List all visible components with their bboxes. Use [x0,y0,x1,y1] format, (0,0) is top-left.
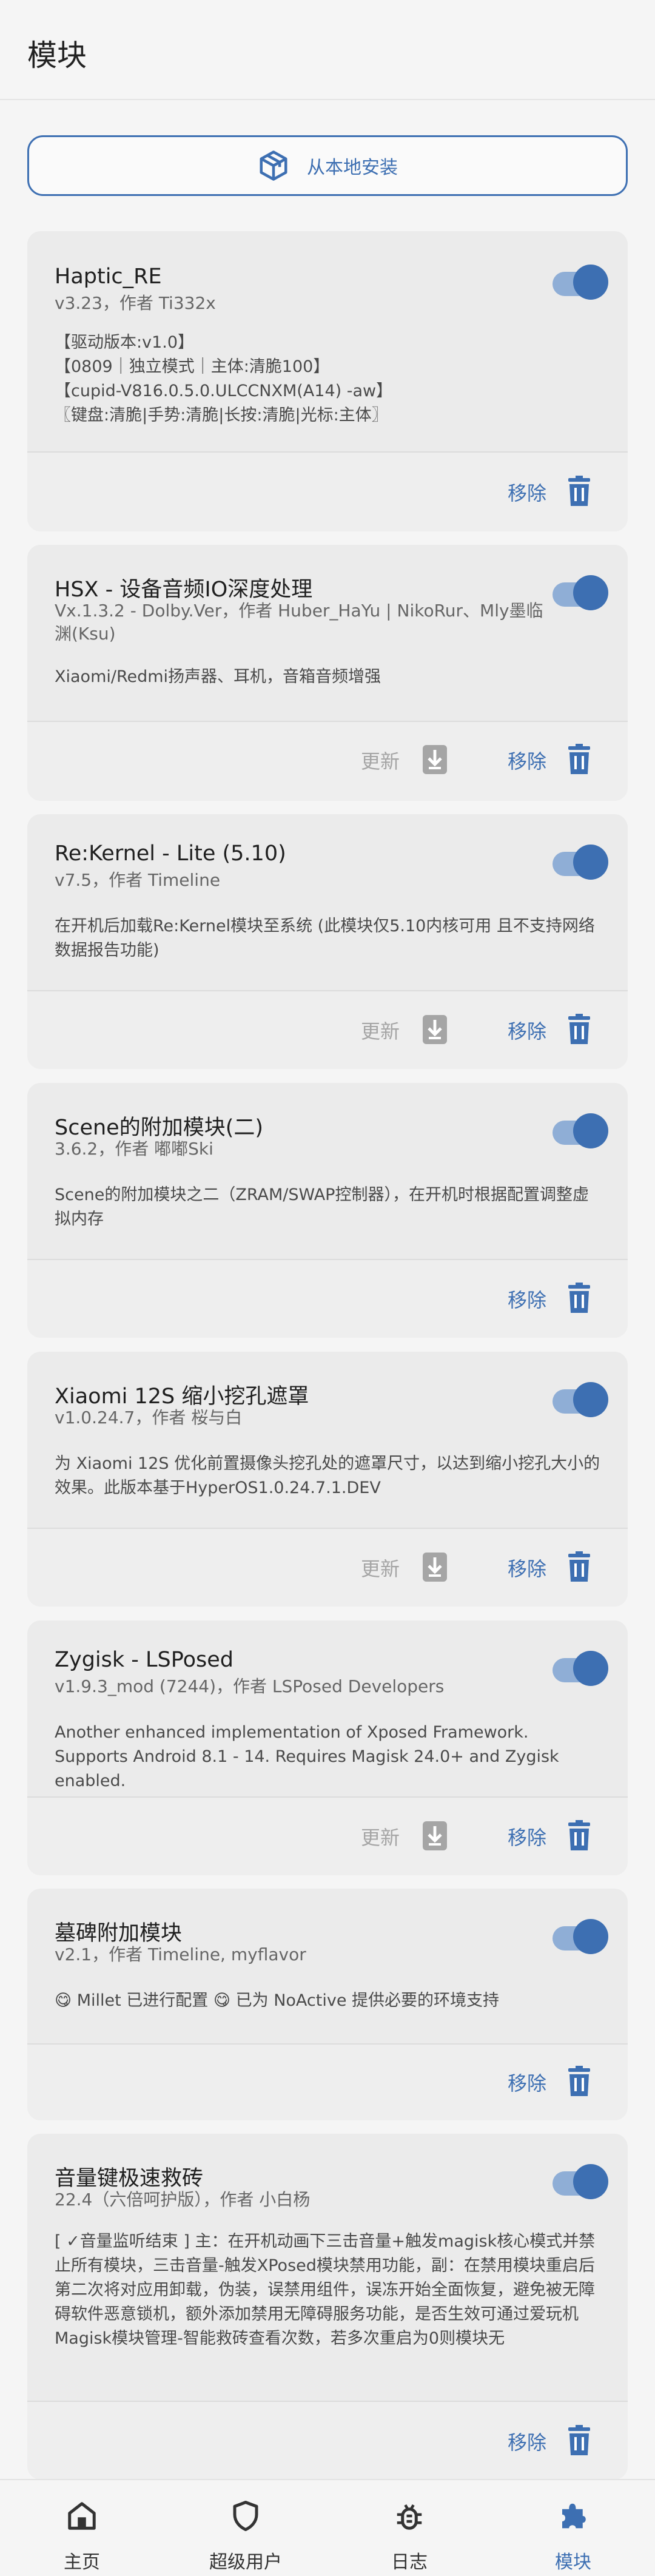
update-button[interactable]: 更新 [361,1016,400,1044]
puzzle-icon [562,2503,586,2529]
remove-button[interactable]: 移除 [508,1285,546,1313]
module-description: Another enhanced implementation of Xpose… [55,1723,559,1790]
nav-label: 超级用户 [209,2552,282,2573]
module-name: Re:Kernel - Lite (5.10) [55,841,286,866]
trash-icon[interactable] [566,475,593,508]
bottom-navigation: 主页 超级用户 日志 模块 [0,2479,655,2576]
module-card: Scene的附加模块(二) 3.6.2，作者 嘟嘟Ski Scene的附加模块之… [27,1083,628,1338]
module-toggle[interactable] [553,2164,608,2199]
trash-icon[interactable] [566,743,593,776]
download-icon[interactable] [422,1819,448,1852]
nav-label: 模块 [555,2552,591,2573]
module-description: Scene的附加模块之二（ZRAM/SWAP控制器），在开机时根据配置调整虚拟内… [55,1185,589,1229]
module-meta: v1.9.3_mod (7244)，作者 LSPosed Developers [55,1676,445,1696]
module-name: 墓碑附加模块 [55,1921,183,1946]
nav-label: 主页 [64,2552,100,2573]
module-meta: v7.5，作者 Timeline [55,870,221,890]
nav-modules[interactable]: 模块 [491,2480,655,2576]
home-icon [68,2502,96,2530]
module-toggle[interactable] [553,1651,608,1686]
nav-label: 日志 [391,2552,428,2573]
package-icon [260,150,287,181]
module-card: Xiaomi 12S 缩小挖孔遮罩 v1.0.24.7，作者 桜与白 为 Xia… [27,1352,628,1607]
module-name: Xiaomi 12S 缩小挖孔遮罩 [55,1384,309,1409]
trash-icon[interactable] [566,2424,593,2457]
install-from-storage-button[interactable]: 从本地安装 [27,135,628,196]
module-toggle[interactable] [553,575,608,610]
module-description: 为 Xiaomi 12S 优化前置摄像头挖孔处的遮罩尺寸，以达到缩小挖孔大小的效… [55,1454,600,1497]
module-name: 音量键极速救砖 [55,2166,204,2191]
module-meta: v3.23，作者 Ti332x [55,293,216,313]
module-toggle[interactable] [553,265,608,300]
nav-log[interactable]: 日志 [328,2480,491,2576]
module-meta: v2.1，作者 Timeline, myflavor [55,1944,306,1964]
module-toggle[interactable] [553,1382,608,1417]
install-label: 从本地安装 [307,157,398,178]
module-name: HSX - 设备音频IO深度处理 [55,578,313,602]
module-description: 【驱动版本:v1.0】 【0809｜独立模式｜主体:清脆100】 【cupid-… [55,333,393,425]
module-description: Xiaomi/Redmi扬声器、耳机，音箱音频增强 [55,667,381,686]
module-description: 😋 Millet 已进行配置 😋 已为 NoActive 提供必要的环境支持 [55,1991,500,2010]
trash-icon[interactable] [566,1819,593,1852]
trash-icon[interactable] [566,1282,593,1315]
remove-button[interactable]: 移除 [508,1822,546,1850]
remove-button[interactable]: 移除 [508,1554,546,1582]
trash-icon[interactable] [566,2065,593,2098]
update-button[interactable]: 更新 [361,1554,400,1582]
module-toggle[interactable] [553,845,608,880]
module-description: 在开机后加载Re:Kernel模块至系统 (此模块仅5.10内核可用 且不支持网… [55,917,595,960]
module-card: Zygisk - LSPosed v1.9.3_mod (7244)，作者 LS… [27,1620,628,1875]
module-meta: 22.4（六倍呵护版），作者 小白杨 [55,2190,311,2210]
remove-button[interactable]: 移除 [508,478,546,506]
nav-superuser[interactable]: 超级用户 [164,2480,328,2576]
module-name: Scene的附加模块(二) [55,1116,264,1140]
remove-button[interactable]: 移除 [508,746,546,774]
module-card: 音量键极速救砖 22.4（六倍呵护版），作者 小白杨 [ ✓音量监听结束 ] 主… [27,2134,628,2480]
module-card: HSX - 设备音频IO深度处理 Vx.1.3.2 - Dolby.Ver，作者… [27,545,628,801]
page-title: 模块 [27,38,87,73]
shield-icon [233,2501,258,2531]
module-meta: v1.0.24.7，作者 桜与白 [55,1408,243,1428]
trash-icon[interactable] [566,1013,593,1046]
trash-icon[interactable] [566,1551,593,1583]
module-meta: Vx.1.3.2 - Dolby.Ver，作者 Huber_HaYu | Nik… [55,601,543,644]
module-toggle[interactable] [553,1113,608,1148]
download-icon[interactable] [422,1013,448,1046]
module-description: [ ✓音量监听结束 ] 主：在开机动画下三击音量+触发magisk核心模式并禁止… [55,2232,596,2348]
module-name: Haptic_RE [55,265,162,289]
module-meta: 3.6.2，作者 嘟嘟Ski [55,1139,213,1159]
remove-button[interactable]: 移除 [508,1016,546,1044]
remove-button[interactable]: 移除 [508,2068,546,2096]
module-card: 墓碑附加模块 v2.1，作者 Timeline, myflavor 😋 Mill… [27,1889,628,2120]
module-toggle[interactable] [553,1919,608,1954]
update-button[interactable]: 更新 [361,1822,400,1850]
module-card: Haptic_RE v3.23，作者 Ti332x 【驱动版本:v1.0】 【0… [27,231,628,531]
update-button[interactable]: 更新 [361,746,400,774]
nav-home[interactable]: 主页 [0,2480,164,2576]
module-card: Re:Kernel - Lite (5.10) v7.5，作者 Timeline… [27,814,628,1069]
app-bar: 模块 [0,0,655,100]
download-icon[interactable] [422,1551,448,1583]
remove-button[interactable]: 移除 [508,2427,546,2455]
module-name: Zygisk - LSPosed [55,1648,233,1672]
download-icon[interactable] [422,743,448,776]
bug-icon [397,2504,422,2530]
